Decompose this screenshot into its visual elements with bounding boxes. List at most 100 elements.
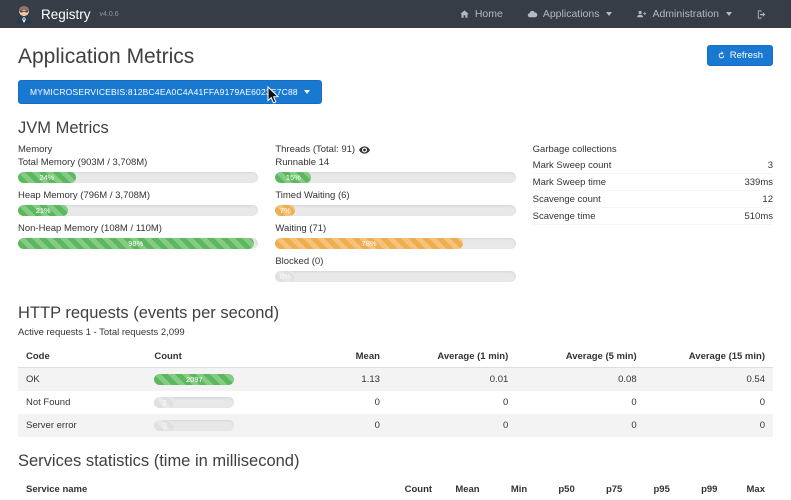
services-col-header: Min (488, 479, 536, 500)
instance-dropdown-label: MYMICROSERVICEBIS:812BC4EA0C4A41FFA9179A… (30, 87, 298, 97)
http-count-bar-fill: 0 (154, 420, 174, 431)
brand-link[interactable]: Registry v4.0.6 (14, 4, 119, 24)
http-count-bar: 2097 (154, 374, 234, 385)
http-avg-15min: 0.54 (645, 368, 773, 392)
nav-item-applications[interactable]: Applications (517, 2, 623, 26)
http-code: Server error (18, 414, 146, 437)
http-avg-1min: 0 (388, 391, 516, 414)
gc-row: Scavenge count 12 (533, 191, 773, 208)
http-avg-5min: 0 (516, 391, 644, 414)
services-col-header: p75 (583, 479, 631, 500)
refresh-button[interactable]: Refresh (707, 45, 773, 66)
gc-label: Mark Sweep count (533, 160, 612, 171)
thread-bar-progress-fill: 15% (275, 172, 311, 183)
thread-bar-label: Timed Waiting (6) (275, 190, 515, 201)
services-col-header: Max (725, 479, 773, 500)
gc-row: Scavenge time 510ms (533, 208, 773, 225)
memory-bar-label: Total Memory (903M / 3,708M) (18, 157, 258, 168)
threads-title: Threads (Total: 91) (275, 144, 355, 155)
memory-bar-progress-fill: 98% (18, 238, 254, 249)
thread-bar-label: Blocked (0) (275, 256, 515, 267)
nav-item-sign-out[interactable] (746, 3, 777, 26)
http-avg-1min: 0.01 (388, 368, 516, 392)
memory-bar-progress: 24% (18, 172, 258, 183)
http-col-header: Average (15 min) (645, 346, 773, 368)
http-code: Not Found (18, 391, 146, 414)
thread-bar-progress-fill: 78% (275, 238, 462, 249)
thread-bar-label: Waiting (71) (275, 223, 515, 234)
nav-item-administration[interactable]: Administration (626, 2, 742, 26)
gc-value: 12 (762, 194, 773, 205)
gc-label: Scavenge time (533, 211, 596, 222)
sign-out-icon (756, 9, 767, 20)
gc-title: Garbage collections (533, 144, 773, 155)
services-col-header: Service name (18, 479, 380, 500)
eye-icon[interactable] (359, 146, 370, 154)
chevron-down-icon (606, 12, 612, 16)
http-count-bar: 2 (154, 397, 234, 408)
brand-name: Registry (41, 7, 91, 22)
jvm-metrics-title: JVM Metrics (18, 119, 773, 138)
http-avg-1min: 0 (388, 414, 516, 437)
memory-bar-label: Heap Memory (796M / 3,708M) (18, 190, 258, 201)
http-col-header: Code (18, 346, 146, 368)
gc-value: 3 (768, 160, 773, 171)
home-icon (459, 9, 470, 20)
refresh-icon (717, 51, 726, 60)
thread-bar-label: Runnable 14 (275, 157, 515, 168)
http-code: OK (18, 368, 146, 392)
services-statistics-title: Services statistics (time in millisecond… (18, 452, 773, 471)
brand-version: v4.0.6 (100, 11, 119, 18)
page-title: Application Metrics (18, 45, 194, 69)
http-col-header: Average (1 min) (388, 346, 516, 368)
memory-bar-label: Non-Heap Memory (108M / 110M) (18, 223, 258, 234)
http-mean: 1.13 (282, 368, 388, 392)
http-table-row: Not Found20000 (18, 391, 773, 414)
cloud-icon (527, 9, 538, 20)
threads-column: Threads (Total: 91) Runnable 14 15% Timed … (275, 144, 515, 289)
thread-bar-progress: 78% (275, 238, 515, 249)
services-col-header: p95 (630, 479, 678, 500)
http-count-bar-fill: 2 (154, 397, 174, 408)
http-avg-15min: 0 (645, 414, 773, 437)
nav-item-home[interactable]: Home (449, 2, 513, 26)
http-requests-summary: Active requests 1 - Total requests 2,099 (18, 327, 773, 338)
memory-bar-progress: 98% (18, 238, 258, 249)
http-requests-title: HTTP requests (events per second) (18, 304, 773, 323)
services-col-header: Count (380, 479, 440, 500)
thread-bar-progress: 7% (275, 205, 515, 216)
memory-column: Memory Total Memory (903M / 3,708M) 24% He… (18, 144, 258, 289)
instance-dropdown[interactable]: MYMICROSERVICEBIS:812BC4EA0C4A41FFA9179A… (18, 80, 322, 104)
http-col-header: Count (146, 346, 282, 368)
navbar: Registry v4.0.6 HomeApplicationsAdminist… (0, 0, 791, 28)
thread-bar-progress: 15% (275, 172, 515, 183)
main-content: Application Metrics Refresh MYMICROSERVI… (0, 28, 791, 500)
http-avg-5min: 0.08 (516, 368, 644, 392)
http-avg-5min: 0 (516, 414, 644, 437)
gc-value: 510ms (744, 211, 773, 222)
chevron-down-icon (304, 90, 310, 94)
thread-bar-progress-fill: 7% (275, 205, 295, 216)
http-table-row: OK 2097 1.130.010.080.54 (18, 368, 773, 392)
memory-title: Memory (18, 144, 258, 155)
gc-value: 339ms (744, 177, 773, 188)
http-count-bar: 0 (154, 420, 234, 431)
thread-bar-progress: 0% (275, 271, 515, 282)
admin-icon (636, 9, 647, 20)
http-col-header: Mean (282, 346, 388, 368)
nav-menu: HomeApplicationsAdministration (449, 2, 777, 26)
thread-bar-progress-fill: 0% (275, 271, 295, 282)
gc-column: Garbage collections Mark Sweep count 3Mar… (533, 144, 773, 289)
http-col-header: Average (5 min) (516, 346, 644, 368)
http-requests-table: CodeCountMeanAverage (1 min)Average (5 m… (18, 346, 773, 437)
services-col-header: p50 (535, 479, 583, 500)
gc-row: Mark Sweep count 3 (533, 157, 773, 174)
services-statistics-table: Service nameCountMeanMinp50p75p95p99Max … (18, 479, 773, 500)
services-col-header: p99 (678, 479, 726, 500)
memory-bar-progress-fill: 24% (18, 172, 76, 183)
http-mean: 0 (282, 414, 388, 437)
http-mean: 0 (282, 391, 388, 414)
gc-label: Scavenge count (533, 194, 601, 205)
jhipster-avatar-logo (14, 4, 34, 24)
chevron-down-icon (726, 12, 732, 16)
